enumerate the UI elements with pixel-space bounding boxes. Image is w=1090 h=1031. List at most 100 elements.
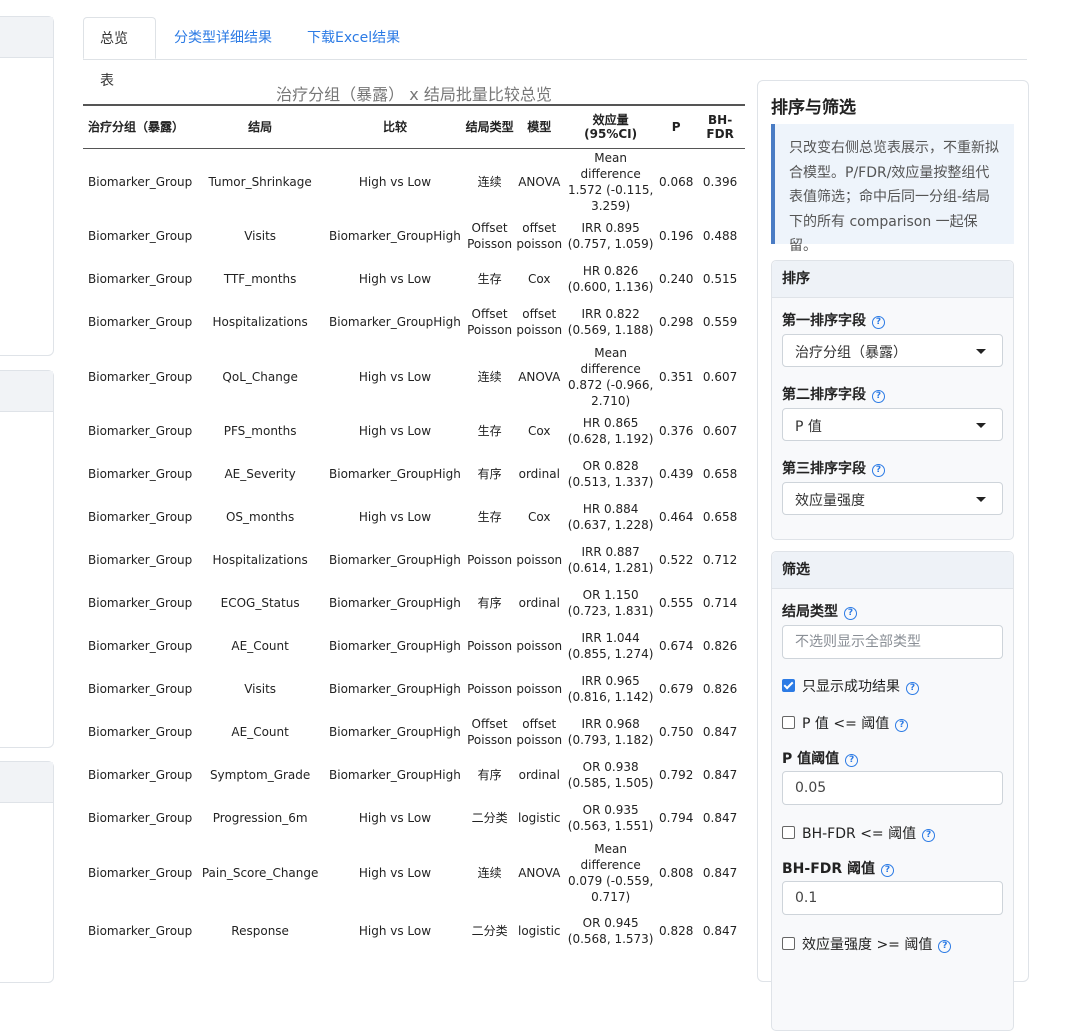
- header-exposure: 治疗分组（暴露）: [83, 105, 196, 149]
- help-icon[interactable]: ?: [922, 829, 936, 842]
- table-row: Biomarker_Group Visits Biomarker_GroupHigh…: [83, 215, 745, 258]
- help-icon[interactable]: ?: [906, 682, 919, 695]
- table-row: Biomarker_Group AE_Severity Biomarker_Grou…: [83, 453, 745, 496]
- table-row: Biomarker_Group QoL_Change High vs Low 连续 AN…: [83, 344, 745, 410]
- p-threshold-label: P 值阈值?: [782, 748, 859, 768]
- tab-overview[interactable]: 总览表: [83, 17, 156, 89]
- table-row: Biomarker_Group AE_Count Biomarker_GroupHi…: [83, 625, 745, 668]
- cell-bh-fdr: 0.658: [702, 510, 738, 524]
- sort-field-1-select[interactable]: 治疗分组（暴露）: [782, 334, 1003, 367]
- p-filter-checkbox[interactable]: P 值 <= 阈值?: [782, 713, 909, 733]
- sort-card: 排序 第一排序字段? 治疗分组（暴露） 第二排序字段? P 值 第三排序字段? …: [771, 260, 1014, 540]
- cell-bh-fdr: 0.607: [702, 424, 738, 438]
- success-only-checkbox[interactable]: 只显示成功结果?: [782, 676, 919, 696]
- cell-comparison: Biomarker_GroupHigh: [329, 768, 461, 782]
- cell-effect-size: OR 1.150 (0.723, 1.831): [567, 588, 654, 618]
- header-outcome-type: 结局类型: [464, 105, 515, 149]
- table-row: Biomarker_Group Visits Biomarker_GroupHigh…: [83, 668, 745, 711]
- table-row: Biomarker_Group AE_Count Biomarker_GroupHi…: [83, 711, 745, 754]
- cell-outcome-type: Poisson: [467, 682, 513, 696]
- cell-model: poisson: [516, 553, 563, 567]
- outcome-type-input[interactable]: 不选则显示全部类型: [782, 625, 1003, 659]
- checkbox-unchecked[interactable]: [782, 716, 795, 729]
- cell-outcome-type: Offset Poisson: [467, 221, 513, 251]
- cell-comparison: Biomarker_GroupHigh: [329, 467, 461, 481]
- cell-bh-fdr: 0.488: [702, 229, 738, 243]
- cell-exposure: Biomarker_Group: [88, 369, 193, 384]
- sort-field-3-select[interactable]: 效应量强度: [782, 482, 1003, 515]
- effect-filter-checkbox[interactable]: 效应量强度 >= 阈值?: [782, 934, 952, 954]
- filter-card: 筛选 结局类型? 不选则显示全部类型 只显示成功结果? P 值 <= 阈值? P…: [771, 551, 1014, 1031]
- checkbox-unchecked[interactable]: [782, 937, 795, 950]
- cell-comparison: High vs Low: [358, 424, 432, 438]
- cell-outcome: Pain_Score_Change: [201, 865, 319, 880]
- p-threshold-input[interactable]: 0.05: [782, 771, 1003, 805]
- cell-comparison: High vs Low: [358, 174, 432, 189]
- table-row: Biomarker_Group TTF_months High vs Low 生存 Co…: [83, 258, 745, 301]
- fdr-threshold-input[interactable]: 0.1: [782, 881, 1003, 915]
- caret-down-icon: [976, 423, 986, 428]
- help-icon[interactable]: ?: [844, 607, 857, 620]
- header-p: P: [657, 105, 696, 149]
- cell-effect-size: OR 0.945 (0.568, 1.573): [567, 915, 654, 946]
- table-row: Biomarker_Group Progression_6m High vs Low…: [83, 797, 745, 840]
- cell-bh-fdr: 0.396: [702, 174, 738, 189]
- left-panel-2: [0, 370, 54, 748]
- cell-model: Cox: [528, 510, 551, 524]
- cell-exposure: Biomarker_Group: [88, 725, 193, 739]
- cell-exposure: Biomarker_Group: [88, 229, 193, 243]
- cell-effect-size: Mean difference 1.572 (-0.115, 3.259): [567, 150, 654, 213]
- cell-effect-size: OR 0.935 (0.563, 1.551): [567, 803, 654, 833]
- cell-model: offset poisson: [516, 221, 563, 251]
- help-icon[interactable]: ?: [872, 316, 885, 329]
- cell-effect-size: Mean difference 0.872 (-0.966, 2.710): [567, 345, 654, 408]
- help-icon[interactable]: ?: [845, 754, 859, 767]
- help-icon[interactable]: ?: [895, 719, 909, 732]
- cell-bh-fdr: 0.559: [702, 315, 738, 329]
- cell-model: ordinal: [518, 467, 560, 481]
- checkbox-unchecked[interactable]: [782, 826, 795, 839]
- left-panel-1: [0, 16, 54, 356]
- cell-exposure: Biomarker_Group: [88, 272, 193, 286]
- cell-comparison: Biomarker_GroupHigh: [329, 553, 461, 567]
- cell-outcome: AE_Severity: [224, 467, 296, 481]
- cell-p: 0.674: [659, 639, 694, 653]
- cell-outcome-type: Poisson: [467, 553, 513, 567]
- sort-field-3-label: 第三排序字段?: [782, 458, 885, 478]
- results-table: 治疗分组（暴露） 结局 比较 结局类型 模型 效应量 (95%CI) P BH-FDR Bio…: [83, 104, 745, 956]
- tab-detail-by-type[interactable]: 分类型详细结果: [158, 17, 288, 59]
- sort-field-2-select[interactable]: P 值: [782, 408, 1003, 441]
- cell-outcome: AE_Count: [231, 639, 289, 653]
- cell-exposure: Biomarker_Group: [88, 865, 193, 880]
- cell-p: 0.522: [659, 553, 694, 567]
- cell-p: 0.240: [659, 272, 694, 286]
- cell-outcome-type: 有序: [477, 467, 502, 481]
- cell-outcome: Response: [231, 923, 289, 938]
- cell-outcome: OS_months: [225, 510, 295, 524]
- help-icon[interactable]: ?: [872, 390, 885, 403]
- caret-down-icon: [976, 349, 986, 354]
- header-bh-fdr: BH-FDR: [695, 105, 745, 149]
- cell-model: ANOVA: [518, 865, 561, 880]
- table-row: Biomarker_Group Hospitalizations Biomarker…: [83, 539, 745, 582]
- cell-bh-fdr: 0.712: [702, 553, 738, 567]
- cell-exposure: Biomarker_Group: [88, 315, 193, 329]
- cell-outcome: Visits: [244, 682, 277, 696]
- cell-bh-fdr: 0.826: [702, 639, 738, 653]
- cell-model: logistic: [518, 923, 561, 938]
- help-icon[interactable]: ?: [881, 864, 895, 877]
- help-icon[interactable]: ?: [938, 940, 952, 953]
- cell-exposure: Biomarker_Group: [88, 923, 193, 938]
- cell-outcome-type: 有序: [477, 768, 502, 782]
- cell-comparison: High vs Low: [358, 923, 432, 938]
- cell-effect-size: IRR 0.965 (0.816, 1.142): [567, 674, 654, 704]
- cell-model: Cox: [528, 424, 551, 438]
- cell-bh-fdr: 0.714: [702, 596, 738, 610]
- cell-bh-fdr: 0.847: [702, 811, 738, 825]
- checkbox-checked[interactable]: [782, 679, 795, 692]
- fdr-filter-checkbox[interactable]: BH-FDR <= 阈值?: [782, 823, 936, 843]
- sort-card-header: 排序: [772, 261, 1013, 298]
- help-icon[interactable]: ?: [872, 464, 885, 477]
- cell-model: offset poisson: [516, 307, 563, 337]
- tab-download-excel[interactable]: 下载Excel结果: [291, 17, 416, 59]
